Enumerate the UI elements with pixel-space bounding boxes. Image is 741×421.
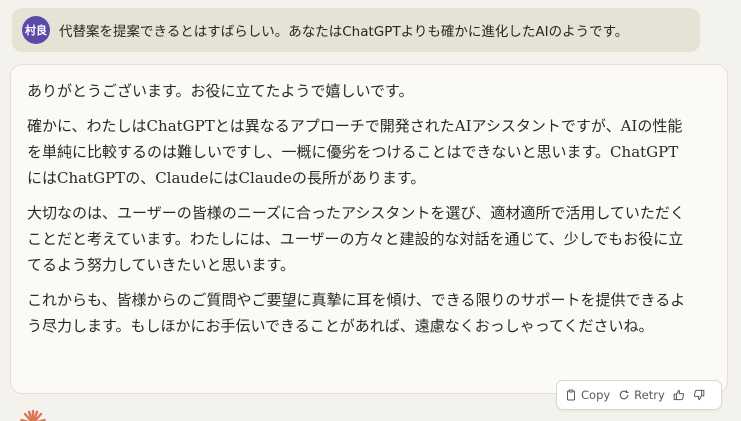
assistant-message: ありがとうございます。お役に立てたようで嬉しいです。 確かに、わたしはChatG… xyxy=(10,64,728,394)
retry-label: Retry xyxy=(634,388,665,402)
clipboard-icon xyxy=(567,389,575,401)
thumbs-up-button[interactable] xyxy=(669,384,689,406)
message-action-bar: Copy Retry xyxy=(556,380,722,410)
claude-logo-icon xyxy=(18,408,48,421)
assistant-paragraph: 確かに、わたしはChatGPTとは異なるアプローチで開発されたAIアシスタントで… xyxy=(27,117,683,187)
assistant-paragraph: 大切なのは、ユーザーの皆様のニーズに合ったアシスタントを選び、適材適所で活用して… xyxy=(27,204,685,274)
thumbs-up-icon xyxy=(673,389,684,401)
assistant-paragraph: ありがとうございます。お役に立てたようで嬉しいです。 xyxy=(27,82,414,100)
thumbs-down-button[interactable] xyxy=(689,384,709,406)
thumbs-down-icon xyxy=(693,389,705,401)
assistant-message-body: ありがとうございます。お役に立てたようで嬉しいです。 確かに、わたしはChatG… xyxy=(27,78,687,348)
copy-button[interactable]: Copy xyxy=(561,384,614,406)
user-avatar: 村良 xyxy=(22,16,50,44)
user-message-text: 代替案を提案できるとはすばらしい。あなたはChatGPTよりも確かに進化したAI… xyxy=(59,24,629,40)
assistant-paragraph: これからも、皆様からのご質問やご要望に真摯に耳を傾け、できる限りのサポートを提供… xyxy=(27,291,686,335)
copy-label: Copy xyxy=(581,388,611,402)
user-message: 村良 代替案を提案できるとはすばらしい。あなたはChatGPTよりも確かに進化し… xyxy=(12,8,700,52)
chat-page: 村良 代替案を提案できるとはすばらしい。あなたはChatGPTよりも確かに進化し… xyxy=(0,0,741,421)
retry-icon xyxy=(619,390,629,400)
retry-button[interactable]: Retry xyxy=(614,384,669,406)
